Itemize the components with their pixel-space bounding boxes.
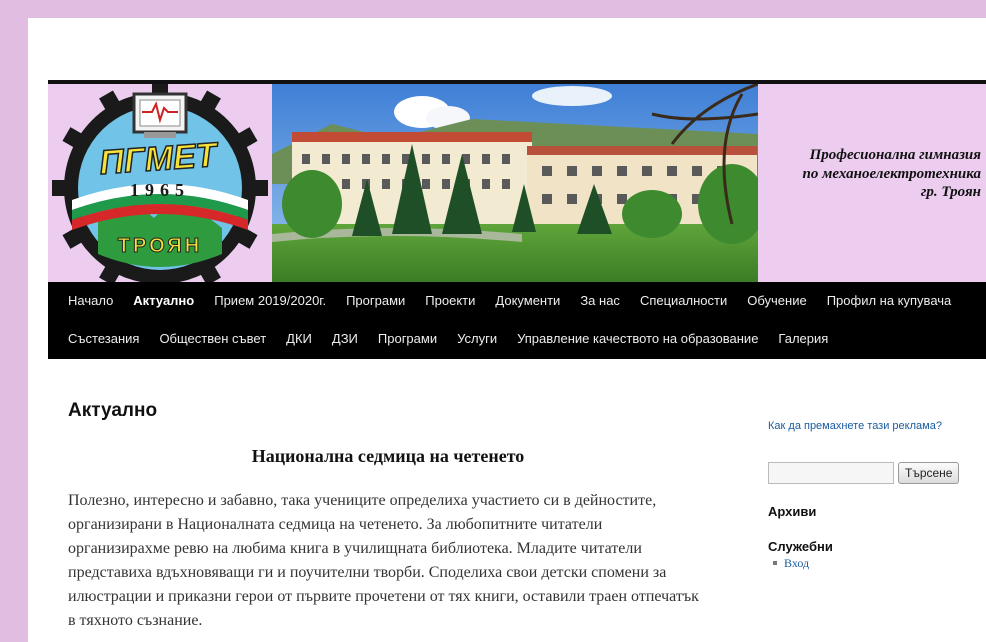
school-name-line-2: по механоелектротехника (802, 165, 982, 182)
search-form: Търсене (768, 462, 968, 484)
nav-item-projects[interactable]: Проекти (415, 282, 485, 320)
archives-widget-title: Архиви (768, 504, 817, 519)
post-title[interactable]: Национална седмица на четенето (68, 446, 708, 467)
nav-item-programs[interactable]: Програми (336, 282, 415, 320)
search-input[interactable] (768, 462, 894, 484)
nav-item-buyer-profile[interactable]: Профил на купувача (817, 282, 962, 320)
school-name-line-1: Професионална гимназия (809, 147, 981, 163)
nav-item-public-council[interactable]: Обществен съвет (149, 320, 276, 358)
page: ПГМЕТ 1965 ТРОЯН Професионална гимназия … (28, 18, 986, 642)
monitor-icon (132, 92, 188, 138)
nav-item-training[interactable]: Обучение (737, 282, 816, 320)
service-list: Вход (768, 556, 968, 571)
logo-city: ТРОЯН (118, 235, 202, 257)
main-content: Актуално Национална седмица на четенето … (68, 400, 708, 633)
search-button[interactable]: Търсене (898, 462, 960, 484)
school-name-line-3: гр. Троян (920, 184, 981, 200)
nav-item-competitions[interactable]: Състезания (58, 320, 149, 358)
service-widget-title: Служебни (768, 539, 833, 554)
nav-row-2: Състезания Обществен съвет ДКИ ДЗИ Прогр… (58, 320, 838, 358)
main-navigation: Начало Актуално Прием 2019/2020г. Програ… (48, 282, 986, 359)
nav-item-programs-2[interactable]: Програми (368, 320, 447, 358)
login-link[interactable]: Вход (773, 556, 968, 571)
nav-item-gallery[interactable]: Галерия (768, 320, 838, 358)
nav-item-dzi[interactable]: ДЗИ (322, 320, 368, 358)
nav-item-about[interactable]: За нас (570, 282, 630, 320)
nav-item-quality-management[interactable]: Управление качеството на образование (507, 320, 768, 358)
nav-item-home[interactable]: Начало (58, 282, 123, 320)
school-name: Професионална гимназия по механоелектрот… (763, 146, 982, 202)
page-title: Актуално (68, 400, 158, 421)
nav-item-admission[interactable]: Прием 2019/2020г. (204, 282, 336, 320)
nav-row-1: Начало Актуално Прием 2019/2020г. Програ… (58, 282, 961, 320)
sidebar: Как да премахнете тази реклама? Търсене … (768, 416, 968, 571)
site-header-banner[interactable]: ПГМЕТ 1965 ТРОЯН Професионална гимназия … (48, 84, 986, 282)
nav-item-documents[interactable]: Документи (485, 282, 570, 320)
logo-year: 1965 (130, 180, 190, 200)
school-building-photo (272, 84, 758, 282)
nav-item-services[interactable]: Услуги (447, 320, 507, 358)
nav-item-specialties[interactable]: Специалности (630, 282, 737, 320)
nav-item-dki[interactable]: ДКИ (276, 320, 322, 358)
school-logo[interactable]: ПГМЕТ 1965 ТРОЯН (48, 84, 272, 282)
post-body: Полезно, интересно и забавно, така учени… (68, 492, 699, 629)
nav-item-news[interactable]: Актуално (123, 282, 204, 320)
remove-ad-link[interactable]: Как да премахнете тази реклама? (768, 420, 942, 432)
